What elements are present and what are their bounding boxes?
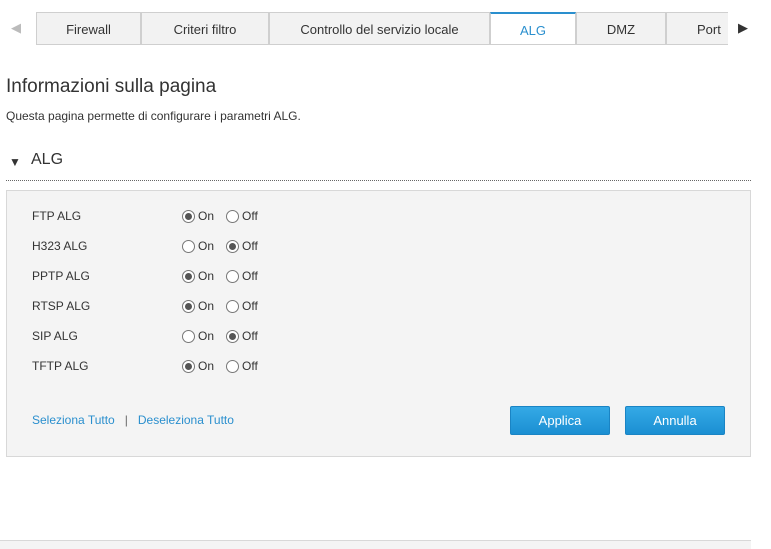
off-label: Off [242, 269, 258, 283]
radio-checked-icon[interactable] [182, 269, 195, 283]
h323-alg-off-radio[interactable]: Off [226, 239, 258, 253]
radio-checked-icon[interactable] [182, 299, 195, 313]
sip-alg-on-radio[interactable]: On [182, 329, 214, 343]
ftp-alg-off-radio[interactable]: Off [226, 209, 258, 223]
radio-checked-icon[interactable] [226, 239, 239, 253]
on-label: On [198, 239, 215, 253]
alg-row-h323: H323 ALG On Off [7, 236, 750, 256]
on-label: On [198, 269, 215, 283]
tab-alg[interactable]: ALG [490, 12, 576, 44]
tab-firewall[interactable]: Firewall [36, 12, 141, 44]
radio-unchecked-icon[interactable] [226, 299, 239, 313]
on-label: On [198, 299, 215, 313]
pptp-alg-on-radio[interactable]: On [182, 269, 214, 283]
select-all-link[interactable]: Seleziona Tutto [32, 413, 115, 427]
link-separator: | [124, 413, 128, 427]
off-label: Off [242, 239, 258, 253]
row-label: RTSP ALG [32, 299, 91, 313]
off-label: Off [242, 209, 258, 223]
tabs: Firewall Criteri filtro Controllo del se… [36, 12, 728, 45]
tftp-alg-off-radio[interactable]: Off [226, 359, 258, 373]
radio-unchecked-icon[interactable] [226, 209, 239, 223]
alg-row-rtsp: RTSP ALG On Off [7, 296, 750, 316]
apply-button[interactable]: Applica [510, 406, 610, 435]
row-label: FTP ALG [32, 209, 82, 223]
pptp-alg-off-radio[interactable]: Off [226, 269, 258, 283]
alg-section-header[interactable]: ▼ ALG [6, 151, 751, 181]
tftp-alg-on-radio[interactable]: On [182, 359, 214, 373]
tab-dmz[interactable]: DMZ [576, 12, 666, 44]
rtsp-alg-off-radio[interactable]: Off [226, 299, 258, 313]
row-label: PPTP ALG [32, 269, 90, 283]
collapse-triangle-icon[interactable]: ▼ [9, 155, 21, 169]
selection-links: Seleziona Tutto | Deseleziona Tutto [32, 413, 234, 427]
radio-unchecked-icon[interactable] [226, 359, 239, 373]
on-label: On [198, 359, 215, 373]
tab-controllo-servizio-locale[interactable]: Controllo del servizio locale [269, 12, 490, 44]
sip-alg-off-radio[interactable]: Off [226, 329, 258, 343]
alg-settings-panel: FTP ALG On Off H323 ALG On Off PPTP ALG … [6, 190, 751, 457]
ftp-alg-on-radio[interactable]: On [182, 209, 214, 223]
alg-row-tftp: TFTP ALG On Off [7, 356, 750, 376]
radio-unchecked-icon[interactable] [182, 329, 195, 343]
tab-port[interactable]: Port [666, 12, 728, 44]
cancel-button[interactable]: Annulla [625, 406, 725, 435]
radio-unchecked-icon[interactable] [226, 269, 239, 283]
bottom-divider [0, 540, 751, 549]
row-label: SIP ALG [32, 329, 78, 343]
page-title: Informazioni sulla pagina [6, 76, 217, 97]
deselect-all-link[interactable]: Deseleziona Tutto [138, 413, 234, 427]
alg-row-sip: SIP ALG On Off [7, 326, 750, 346]
alg-row-ftp: FTP ALG On Off [7, 206, 750, 226]
page: ◀ Firewall Criteri filtro Controllo del … [0, 0, 771, 549]
h323-alg-on-radio[interactable]: On [182, 239, 214, 253]
radio-checked-icon[interactable] [182, 209, 195, 223]
radio-checked-icon[interactable] [226, 329, 239, 343]
alg-row-pptp: PPTP ALG On Off [7, 266, 750, 286]
rtsp-alg-on-radio[interactable]: On [182, 299, 214, 313]
off-label: Off [242, 299, 258, 313]
radio-unchecked-icon[interactable] [182, 239, 195, 253]
tab-criteri-filtro[interactable]: Criteri filtro [141, 12, 269, 44]
row-label: TFTP ALG [32, 359, 89, 373]
radio-checked-icon[interactable] [182, 359, 195, 373]
off-label: Off [242, 329, 258, 343]
tab-scroll-right-icon[interactable]: ▶ [729, 12, 757, 44]
tab-scroll-left-icon[interactable]: ◀ [2, 12, 30, 44]
page-description: Questa pagina permette di configurare i … [6, 109, 301, 123]
off-label: Off [242, 359, 258, 373]
tab-bar: ◀ Firewall Criteri filtro Controllo del … [0, 12, 771, 45]
on-label: On [198, 329, 215, 343]
row-label: H323 ALG [32, 239, 88, 253]
section-title: ALG [31, 151, 64, 168]
on-label: On [198, 209, 215, 223]
